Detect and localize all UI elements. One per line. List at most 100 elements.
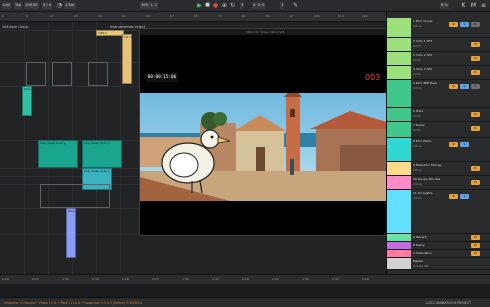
return-track[interactable]: A Reverb M (387, 234, 490, 242)
stop-icon[interactable]: ■ (204, 2, 211, 9)
clip[interactable]: 108 Ir (96, 30, 124, 36)
arm-button[interactable]: S (471, 84, 480, 89)
mixer-track-name: 7 Delay (413, 123, 425, 127)
empty-clip-slot[interactable] (40, 184, 110, 208)
mixer-track-input[interactable]: All Ch (413, 114, 421, 118)
solo-button[interactable]: S (460, 194, 469, 199)
instrument-track-label: Instruments (110, 25, 130, 29)
mixer-track[interactable]: 3 Intro 2 SFX All Ch M (387, 52, 490, 66)
mute-button[interactable]: M (449, 142, 458, 147)
menu-icon[interactable]: ≡ (480, 2, 487, 9)
mute-button[interactable]: M (471, 112, 480, 117)
ruler-tick: 81 (242, 14, 246, 18)
mute-button[interactable]: M (449, 194, 458, 199)
video-window[interactable]: ADCC Ch Video Intro mp4 00:00:15:06 003 (139, 28, 391, 236)
play-icon[interactable]: ▶ (196, 2, 203, 9)
song-position-field[interactable]: 100. 1. 1 (140, 2, 159, 9)
mute-button[interactable]: M (471, 235, 480, 240)
link-button[interactable]: Link (2, 2, 12, 9)
mute-button[interactable]: M (471, 243, 480, 248)
mixer-track-input[interactable]: All Ins (413, 24, 421, 28)
master-track[interactable]: Master In Auto Off (387, 258, 490, 270)
video-window-title[interactable]: ADCC Ch Video Intro mp4 (140, 29, 390, 35)
master-monitor[interactable]: In Auto Off (413, 264, 428, 268)
time-tick: 0:00 (2, 277, 9, 281)
empty-clip-slot[interactable] (88, 62, 108, 86)
solo-button[interactable]: S (460, 84, 469, 89)
mute-button[interactable]: M (471, 42, 480, 47)
mute-button[interactable]: M (471, 56, 480, 61)
time-tick: 0:30 (62, 277, 69, 281)
group-track-label: 108 bpm Group (2, 25, 29, 29)
mixer-track-name: 2 Intro 1 SFX (413, 39, 433, 43)
key-map-icon[interactable]: K (460, 2, 467, 9)
quantize-select[interactable]: 1 Bar (64, 2, 76, 9)
mixer-track[interactable]: 7 Delay All Ch M (387, 122, 490, 138)
mixer-track[interactable]: 11 Orchestra All Ins M S (387, 190, 490, 234)
loop-icon[interactable]: ↻ (229, 2, 236, 9)
solo-button[interactable]: S (460, 142, 469, 147)
mixer-track[interactable]: 2 Intro 1 SFX All Ch M (387, 38, 490, 52)
ruler-tick: 9 (26, 14, 28, 18)
clip[interactable]: Clip (dual) marry (38, 140, 78, 168)
ruler-tick: 89 (266, 14, 270, 18)
mixer-track[interactable]: 4 Intro 3 SFX All Ch M (387, 66, 490, 80)
mixer-track-input[interactable]: All Ins (413, 196, 421, 200)
solo-button[interactable]: S (460, 22, 469, 27)
mute-button[interactable]: M (471, 126, 480, 131)
zoom-field[interactable]: 1 (280, 2, 285, 9)
selected-track-name: 1-DCC ANIMATICCH-PROJECT (425, 301, 471, 305)
mixer-track[interactable]: 10 Fender Rhodes All Ins M (387, 176, 490, 190)
mixer-track-name: 5 DCC 808 Bass (413, 81, 438, 85)
mixer-track-input[interactable]: All Ch (413, 128, 421, 132)
empty-clip-slot[interactable] (52, 62, 72, 86)
time-signature-field[interactable]: 4 / 4 (42, 2, 53, 9)
arm-button[interactable]: S (471, 22, 480, 27)
mixer-track[interactable]: 5 DCC 808 Bass All Ins M S S (387, 80, 490, 108)
clip[interactable]: Clip (dual) marry (82, 140, 122, 168)
clip[interactable]: Harp (66, 208, 76, 258)
time-tick: 2:30 (302, 277, 309, 281)
mixer-track[interactable]: 1 DCC Group All Ins M S S (387, 18, 490, 38)
mixer-track-input[interactable]: All Ins (413, 144, 421, 148)
metronome-icon[interactable]: ◔ (56, 2, 63, 9)
return-track[interactable]: B Delay M (387, 242, 490, 250)
return-track[interactable]: C Saturation M (387, 250, 490, 258)
mute-button[interactable]: M (471, 166, 480, 171)
mute-button[interactable]: M (471, 251, 480, 256)
time-ruler-bottom[interactable]: 0:00 0:15 0:30 0:45 1:00 1:15 1:30 1:45 … (0, 274, 490, 284)
mute-button[interactable]: M (471, 70, 480, 75)
tempo-follow-field[interactable]: 3 (240, 2, 245, 9)
mixer-track-input[interactable]: All Ch (413, 44, 421, 48)
mute-button[interactable]: M (471, 180, 480, 185)
time-tick: 3:00 (362, 277, 369, 281)
mixer-track-input[interactable]: All Ins (413, 168, 421, 172)
cpu-meter: 8 % (440, 2, 449, 9)
mixer-track[interactable]: 8 DCC Piano All Ins M S (387, 138, 490, 162)
ruler-tick: 105 (314, 14, 320, 18)
mute-button[interactable]: M (449, 22, 458, 27)
ruler-tick: 17 (50, 14, 54, 18)
status-bar: Inspector & Groups • Video 1.0.1 • Post … (0, 297, 490, 307)
clip[interactable]: Cls chord (122, 34, 138, 84)
tempo-field[interactable]: 108.00 (24, 2, 39, 9)
mixer-track-input[interactable]: All Ch (413, 72, 421, 76)
draw-mode-icon[interactable]: ✎ (292, 2, 299, 9)
master-track-name: Master (413, 259, 424, 263)
mixer-track-input[interactable]: All Ins (413, 86, 421, 90)
ruler-tick: 121 (362, 14, 368, 18)
mixer-track-input[interactable]: All Ins (413, 182, 421, 186)
mixer-track-input[interactable]: All Ch (413, 58, 421, 62)
timeline-ruler[interactable]: 1 9 17 25 33 41 49 57 65 73 81 89 97 105… (0, 12, 386, 22)
overdub-icon[interactable]: ⊕ (221, 2, 228, 9)
midi-map-icon[interactable]: M (470, 2, 477, 9)
clip[interactable]: Clip (dual) (22, 86, 39, 116)
record-icon[interactable]: ● (212, 2, 219, 9)
mixer-track-name: 8 DCC Piano (413, 139, 432, 143)
empty-clip-slot[interactable] (26, 62, 46, 86)
mixer-track[interactable]: 9 Mellotron Strings All Ins M (387, 162, 490, 176)
mute-button[interactable]: M (449, 84, 458, 89)
mixer-track[interactable]: 6 Hard All Ch M (387, 108, 490, 122)
tap-tempo-button[interactable]: Tap (14, 2, 23, 9)
video-timecode: 00:00:15:06 (146, 73, 178, 82)
